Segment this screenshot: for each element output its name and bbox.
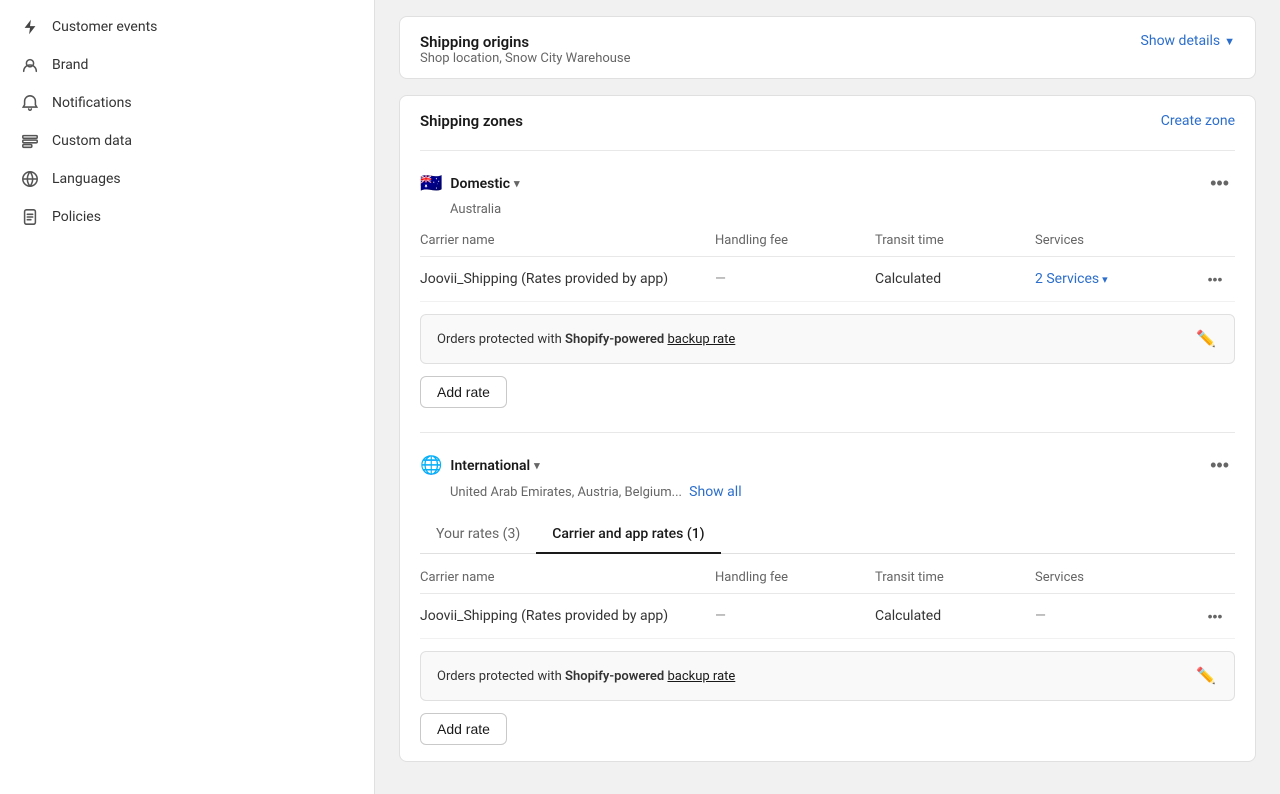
- domestic-zone-title-group: 🇦🇺 Domestic ▾: [420, 173, 520, 194]
- intl-handling-fee: —: [715, 608, 875, 624]
- international-table-header: Carrier name Handling fee Transit time S…: [420, 562, 1235, 594]
- sidebar-item-customer-events[interactable]: Customer events: [0, 8, 374, 46]
- intl-services: —: [1035, 608, 1195, 624]
- domestic-backup-rate-edit-button[interactable]: ✏️: [1194, 327, 1218, 351]
- shipping-zones-card: Shipping zones Create zone 🇦🇺 Domestic ▾…: [399, 95, 1256, 762]
- shipping-origins-title: Shipping origins: [420, 33, 631, 51]
- languages-icon: [20, 169, 40, 189]
- intl-transit-time: Calculated: [875, 608, 1035, 624]
- international-zone-name: International ▾: [450, 458, 539, 474]
- tab-carrier-app-rates[interactable]: Carrier and app rates (1): [536, 516, 720, 554]
- sidebar-languages-label: Languages: [52, 171, 121, 187]
- shipping-origins-title-group: Shipping origins Shop location, Snow Cit…: [420, 33, 631, 66]
- domestic-transit-time: Calculated: [875, 271, 1035, 287]
- domestic-zone-country: Australia: [420, 200, 1235, 225]
- sidebar-custom-data-label: Custom data: [52, 133, 132, 149]
- domestic-zone-more-button[interactable]: •••: [1204, 171, 1235, 196]
- bell-icon: [20, 93, 40, 113]
- sidebar-brand-label: Brand: [52, 57, 88, 73]
- domestic-zone-header: 🇦🇺 Domestic ▾ •••: [420, 159, 1235, 200]
- shipping-origins-card: Shipping origins Shop location, Snow Cit…: [399, 16, 1256, 79]
- domestic-row-more-button[interactable]: •••: [1195, 269, 1235, 289]
- handling-fee-header: Handling fee: [715, 233, 875, 248]
- carrier-name-header: Carrier name: [420, 233, 715, 248]
- domestic-handling-fee: —: [715, 271, 875, 287]
- chevron-down-icon: ▾: [514, 177, 520, 190]
- international-add-rate-button[interactable]: Add rate: [420, 713, 507, 745]
- shipping-origins-subtitle: Shop location, Snow City Warehouse: [420, 51, 631, 66]
- international-zone-title-group: 🌐 International ▾: [420, 455, 540, 476]
- international-table-row: Joovii_Shipping (Rates provided by app) …: [420, 594, 1235, 639]
- chevron-down-icon: ▾: [534, 459, 540, 472]
- international-tabs: Your rates (3) Carrier and app rates (1): [420, 516, 1235, 554]
- sidebar-item-custom-data[interactable]: Custom data: [0, 122, 374, 160]
- domestic-zone-name: Domestic ▾: [450, 176, 519, 192]
- intl-carrier-name-header: Carrier name: [420, 570, 715, 585]
- international-zone-header: 🌐 International ▾ •••: [420, 441, 1235, 482]
- domestic-add-rate-button[interactable]: Add rate: [420, 376, 507, 408]
- sidebar: Customer events Brand Notifications: [0, 0, 375, 794]
- domestic-table-header: Carrier name Handling fee Transit time S…: [420, 225, 1235, 257]
- sidebar-item-notifications[interactable]: Notifications: [0, 84, 374, 122]
- international-zone-section: 🌐 International ▾ ••• United Arab Emirat…: [400, 432, 1255, 761]
- domestic-backup-rate-box: Orders protected with Shopify-powered ba…: [420, 314, 1235, 364]
- international-zone-more-button[interactable]: •••: [1204, 453, 1235, 478]
- chevron-down-icon: ▼: [1224, 35, 1235, 48]
- chevron-down-icon: ▾: [1102, 273, 1108, 286]
- sidebar-item-brand[interactable]: Brand: [0, 46, 374, 84]
- sidebar-customer-events-label: Customer events: [52, 19, 157, 35]
- sidebar-item-policies[interactable]: Policies: [0, 198, 374, 236]
- sidebar-item-languages[interactable]: Languages: [0, 160, 374, 198]
- domestic-backup-rate-link[interactable]: backup rate: [667, 332, 735, 347]
- domestic-carrier-name: Joovii_Shipping (Rates provided by app): [420, 271, 715, 287]
- sidebar-notifications-label: Notifications: [52, 95, 132, 111]
- shipping-zones-title: Shipping zones: [420, 112, 523, 130]
- intl-transit-time-header: Transit time: [875, 570, 1035, 585]
- intl-handling-fee-header: Handling fee: [715, 570, 875, 585]
- tab-your-rates[interactable]: Your rates (3): [420, 516, 536, 554]
- international-backup-rate-link[interactable]: backup rate: [667, 669, 735, 684]
- main-content: Shipping origins Shop location, Snow Cit…: [375, 0, 1280, 794]
- intl-carrier-name: Joovii_Shipping (Rates provided by app): [420, 608, 715, 624]
- sidebar-policies-label: Policies: [52, 209, 101, 225]
- lightning-icon: [20, 17, 40, 37]
- domestic-zone-section: 🇦🇺 Domestic ▾ ••• Australia Carrier name…: [400, 150, 1255, 424]
- shipping-zones-header: Shipping zones Create zone: [400, 96, 1255, 142]
- custom-data-icon: [20, 131, 40, 151]
- transit-time-header: Transit time: [875, 233, 1035, 248]
- domestic-services-link[interactable]: 2 Services ▾: [1035, 271, 1195, 287]
- create-zone-link[interactable]: Create zone: [1161, 113, 1235, 129]
- international-zone-countries: United Arab Emirates, Austria, Belgium..…: [420, 482, 1235, 508]
- international-backup-rate-edit-button[interactable]: ✏️: [1194, 664, 1218, 688]
- australia-flag-icon: 🇦🇺: [420, 173, 442, 194]
- international-backup-rate-box: Orders protected with Shopify-powered ba…: [420, 651, 1235, 701]
- domestic-table-row: Joovii_Shipping (Rates provided by app) …: [420, 257, 1235, 302]
- intl-services-header: Services: [1035, 570, 1195, 585]
- show-details-link[interactable]: Show details ▼: [1141, 33, 1235, 49]
- shipping-origins-header: Shipping origins Shop location, Snow Cit…: [400, 17, 1255, 78]
- services-header: Services: [1035, 233, 1195, 248]
- policies-icon: [20, 207, 40, 227]
- brand-icon: [20, 55, 40, 75]
- globe-icon: 🌐: [420, 455, 442, 476]
- international-row-more-button[interactable]: •••: [1195, 606, 1235, 626]
- international-show-all-link[interactable]: Show all: [689, 484, 741, 500]
